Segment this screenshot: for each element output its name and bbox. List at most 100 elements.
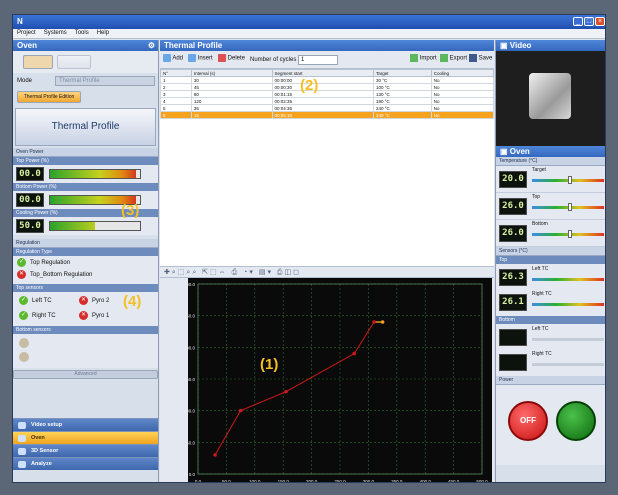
table-cell[interactable]: 00:05:10 <box>271 111 374 119</box>
cycles-input[interactable]: 1 <box>298 55 338 65</box>
power-value-display: 00.0 <box>16 167 44 181</box>
table-cell[interactable]: 00:01:15 <box>271 90 374 98</box>
table-cell[interactable]: No <box>430 97 495 105</box>
column-header[interactable]: Cooling <box>430 69 495 77</box>
profile-point[interactable] <box>238 408 243 413</box>
menu-systems[interactable]: Systems <box>40 29 71 37</box>
gear-icon[interactable]: ⚙ <box>148 41 155 50</box>
save-label: Save <box>478 55 493 62</box>
profile-point[interactable] <box>372 320 376 324</box>
table-row[interactable]: 4 120 00:02:35 190 °C No <box>160 97 495 105</box>
delete-icon <box>218 54 226 62</box>
off-button[interactable]: OFF <box>508 401 548 441</box>
table-cell[interactable]: 00:02:35 <box>271 97 374 105</box>
delete-button[interactable]: Delete <box>218 54 246 66</box>
x-tick-label: 400.0 <box>420 479 432 483</box>
close-button[interactable]: × <box>595 17 605 26</box>
table-cell[interactable]: No <box>430 76 495 84</box>
on-button[interactable] <box>556 401 596 441</box>
power-row: 00.0 <box>13 165 158 183</box>
profile-chart[interactable]: 0.0 50.0 100.0 150.0 200.0 250.0 300.0 350.0 400… <box>160 278 494 483</box>
menu-help[interactable]: Help <box>93 29 113 37</box>
regulation-option[interactable]: ✓ Top Regulation <box>17 258 154 270</box>
minimize-button[interactable]: _ <box>573 17 583 26</box>
sensor-item[interactable]: ✓ Left TC <box>19 296 52 305</box>
add-button[interactable]: Add <box>163 54 185 66</box>
zoom-tools-icon[interactable]: ✚⌕⬚⌕⌕ ⇱⬚⇔ ⎙ ◔▾ ▤▾ ⎙◫◻ <box>164 268 301 277</box>
y-tick-label: 150.0 <box>184 377 196 382</box>
video-view[interactable] <box>496 51 605 146</box>
error-icon: ✕ <box>17 270 26 279</box>
power-bar <box>49 221 141 231</box>
nav-item-oven[interactable]: Oven <box>13 431 158 444</box>
sensor-item[interactable]: ✕ Pyro 1 <box>79 311 109 320</box>
table-cell[interactable]: 35 <box>190 104 273 112</box>
table-body: 1 30 00:00:00 30 °C No 2 45 00:00:30 100 °C No 3 80… <box>160 76 495 119</box>
menu-tools[interactable]: Tools <box>71 29 93 37</box>
table-cell[interactable]: 100 °C <box>372 83 432 91</box>
advanced-button[interactable]: Advanced <box>13 370 158 379</box>
run-icon[interactable] <box>23 55 53 69</box>
table-cell[interactable]: 00:04:35 <box>271 104 374 112</box>
profile-point[interactable] <box>352 351 356 356</box>
nav-item-video-setup[interactable]: Video setup <box>13 418 158 431</box>
column-header[interactable]: N° <box>160 69 192 77</box>
oven-status-icon: ▣ <box>500 147 508 156</box>
profile-toolbar: Add Insert Delete Number of cycles 1 Imp… <box>160 51 494 69</box>
table-cell[interactable]: No <box>430 83 495 91</box>
table-row[interactable]: 5 35 00:04:35 240 °C No <box>160 104 495 112</box>
table-cell[interactable]: 120 <box>190 97 273 105</box>
power-bar-empty <box>95 222 140 230</box>
table-row[interactable]: 3 80 00:01:15 130 °C No <box>160 90 495 98</box>
nav-item-3d-sensor[interactable]: 3D Sensor <box>13 444 158 457</box>
table-cell[interactable]: 6 <box>160 111 192 119</box>
nav-item-analyze[interactable]: Analyze <box>13 457 158 470</box>
menu-project[interactable]: Project <box>13 29 40 37</box>
table-cell[interactable]: 15 <box>190 111 273 119</box>
table-cell[interactable]: 80 <box>190 90 273 98</box>
column-header[interactable]: Interval (s) <box>190 69 273 77</box>
export-button[interactable]: Export <box>440 54 468 66</box>
bottom-sensors-grid <box>13 334 158 368</box>
sensor-label: Right TC <box>32 313 56 320</box>
import-button[interactable]: Import <box>410 54 438 66</box>
table-cell[interactable]: 45 <box>190 83 273 91</box>
table-cell[interactable]: 190 °C <box>372 97 432 105</box>
table-cell[interactable]: 00:00:00 <box>271 76 374 84</box>
column-header[interactable]: Target <box>372 69 432 77</box>
table-row[interactable]: 6 15 00:05:10 240 °C No <box>160 111 495 119</box>
table-cell[interactable]: 1 <box>160 76 192 84</box>
table-cell[interactable]: No <box>430 104 495 112</box>
insert-button[interactable]: Insert <box>188 54 214 66</box>
profile-point[interactable] <box>380 320 385 324</box>
table-row[interactable]: 2 45 00:00:30 100 °C No <box>160 83 495 91</box>
save-button[interactable]: Save <box>469 54 493 66</box>
x-tick-label: 250.0 <box>334 479 346 483</box>
regulation-option[interactable]: ✕ Top_Bottom Regulation <box>17 270 154 282</box>
profile-table-area: N° Interval (s) Segment start Target Cooling… <box>160 69 495 267</box>
table-cell[interactable]: 130 °C <box>372 90 432 98</box>
table-cell[interactable]: 240 °C <box>372 111 432 119</box>
table-cell[interactable]: 2 <box>160 83 192 91</box>
table-row[interactable]: 1 30 00:00:00 30 °C No <box>160 76 495 84</box>
stop-icon[interactable] <box>57 55 91 69</box>
table-cell[interactable]: 00:00:30 <box>271 83 374 91</box>
temperature-row: 26.0 Top <box>496 193 605 220</box>
sensor-item[interactable]: ✓ Right TC <box>19 311 56 320</box>
x-tick-label: 450.0 <box>448 479 460 483</box>
column-header[interactable]: Segment start <box>271 69 374 77</box>
table-cell[interactable]: 5 <box>160 104 192 112</box>
table-cell[interactable]: 4 <box>160 97 192 105</box>
table-cell[interactable]: No <box>430 90 495 98</box>
mode-select[interactable]: Thermal Profile <box>55 76 155 86</box>
maximize-button[interactable]: □ <box>584 17 594 26</box>
table-cell[interactable]: 3 <box>160 90 192 98</box>
profile-point[interactable] <box>284 389 288 394</box>
table-cell[interactable]: 30 <box>190 76 273 84</box>
table-cell[interactable]: 240 °C <box>372 104 432 112</box>
thermal-profile-edition-button[interactable]: Thermal Profile Edition <box>17 91 81 103</box>
table-cell[interactable]: No <box>430 111 495 119</box>
profile-point[interactable] <box>213 453 217 457</box>
sensor-item[interactable]: ✕ Pyro 2 <box>79 296 109 305</box>
table-cell[interactable]: 30 °C <box>372 76 432 84</box>
